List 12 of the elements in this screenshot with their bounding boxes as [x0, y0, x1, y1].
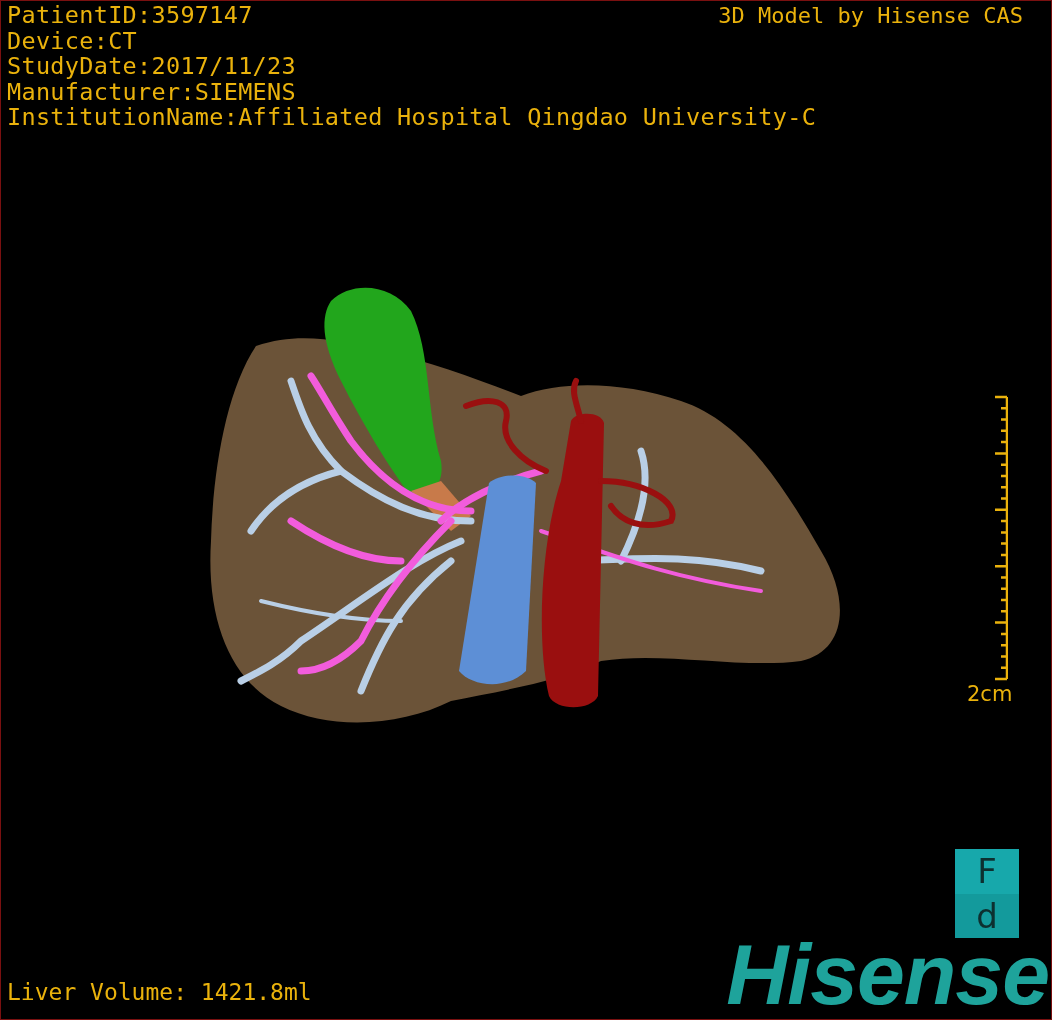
orientation-cube[interactable]: F d	[955, 849, 1019, 938]
info-line: InstitutionName:Affiliated Hospital Qingdao University-C	[7, 105, 817, 131]
info-line: Device:CT	[7, 28, 138, 55]
ruler-icon	[993, 395, 1008, 682]
info-line: Manufacturer:SIEMENS	[7, 79, 296, 106]
info-line: StudyDate:2017/11/23	[7, 54, 296, 80]
info-line: PatientID:3597147	[7, 3, 253, 29]
model-title: 3D Model by Hisense CAS	[718, 3, 1023, 29]
liver-volume: Liver Volume: 1421.8ml	[7, 979, 312, 1005]
scale-label: 2cm	[967, 682, 1013, 706]
cube-face-label: d	[955, 893, 1019, 938]
cube-face-label: F	[955, 849, 1019, 894]
